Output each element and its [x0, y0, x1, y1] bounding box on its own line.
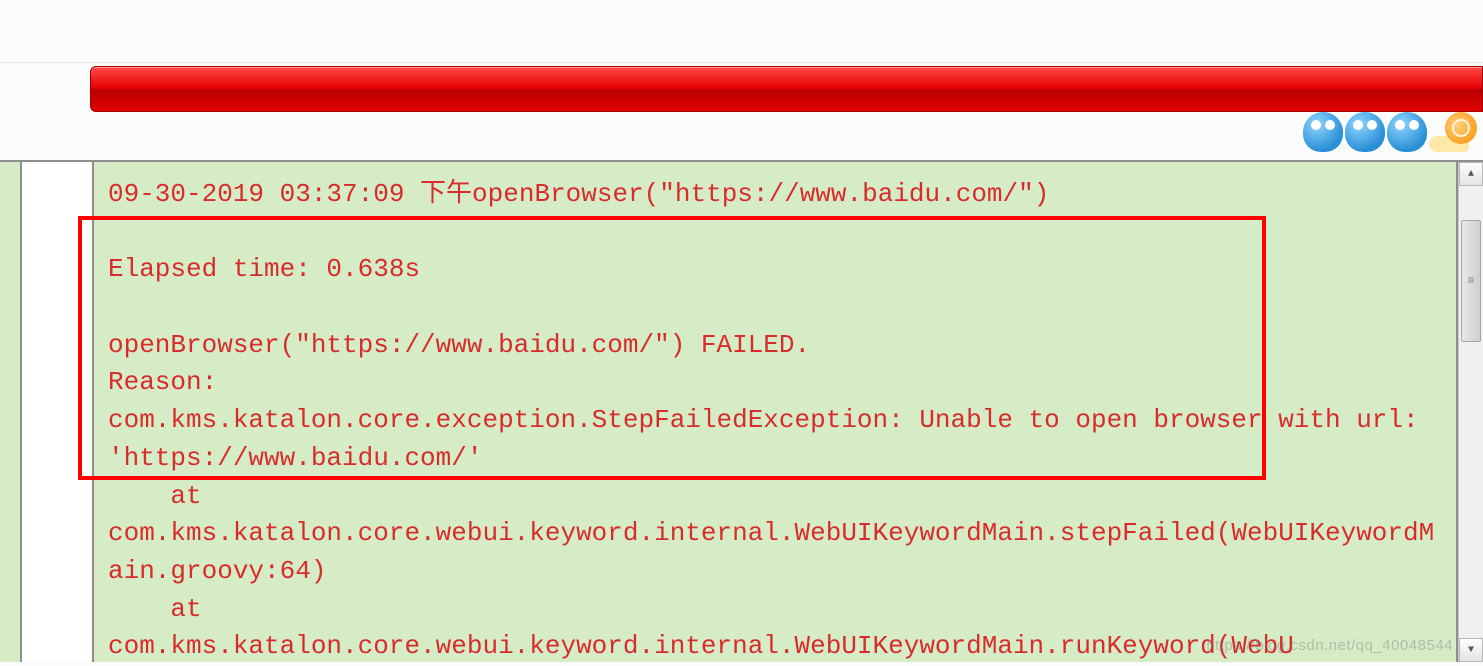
vertical-scrollbar[interactable]: ▲ ▼	[1458, 162, 1483, 662]
log-line: openBrowser("https://www.baidu.com/") FA…	[108, 330, 810, 360]
log-panel: 09-30-2019 03:37:09 下午openBrowser("https…	[0, 160, 1483, 662]
log-line: com.kms.katalon.core.exception.StepFaile…	[108, 405, 1434, 473]
chevron-up-icon: ▲	[1468, 169, 1474, 180]
scroll-down-button[interactable]: ▼	[1459, 638, 1483, 662]
chevron-down-icon: ▼	[1468, 645, 1474, 656]
log-left-margin	[0, 162, 22, 662]
mascot-icon[interactable]	[1303, 112, 1343, 152]
log-line: Elapsed time: 0.638s	[108, 254, 420, 284]
window-toolbar-area	[0, 0, 1483, 63]
mascot-icon[interactable]	[1387, 112, 1427, 152]
log-line: 09-30-2019 03:37:09 下午openBrowser("https…	[108, 179, 1049, 209]
log-content-area: 09-30-2019 03:37:09 下午openBrowser("https…	[94, 162, 1458, 662]
scroll-up-button[interactable]: ▲	[1459, 162, 1483, 186]
log-line: Reason:	[108, 367, 217, 397]
mascot-icon[interactable]	[1345, 112, 1385, 152]
log-gutter	[22, 162, 94, 662]
mascot-toolbar	[1303, 112, 1477, 152]
log-line: com.kms.katalon.core.webui.keyword.inter…	[108, 518, 1434, 586]
error-status-bar	[90, 66, 1483, 112]
log-line: at	[108, 481, 202, 511]
log-text: 09-30-2019 03:37:09 下午openBrowser("https…	[94, 162, 1456, 666]
scroll-thumb[interactable]	[1461, 220, 1481, 342]
log-line: com.kms.katalon.core.webui.keyword.inter…	[108, 631, 1294, 661]
log-line: at	[108, 594, 202, 624]
snail-settings-icon[interactable]	[1429, 112, 1477, 152]
